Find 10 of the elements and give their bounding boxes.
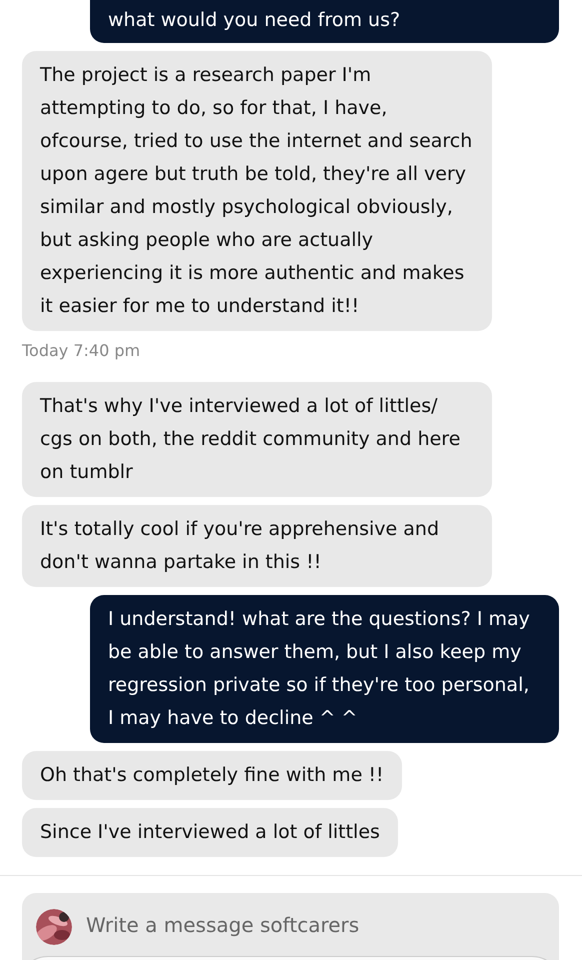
- message-bubble: The project is a research paper I'm attempting to do, so for that, I have, ofcourse, tried to use the internet and search upon agere but truth be told, they're all very similar and mostly psychological obviously, but asking people who are actually experiencing it is more authentic and makes it easier for me to understand it!!: [22, 51, 492, 331]
- message-composer[interactable]: Write a message softcarers: [22, 893, 559, 960]
- timestamp: Today 7:40 pm: [21, 340, 142, 362]
- message-bubble: It's totally cool if you're apprehensive and don't wanna partake in this !!: [22, 505, 492, 587]
- message-bubble: what would you need from us?: [90, 0, 559, 43]
- message-bubble: Oh that's completely fine with me !!: [22, 751, 402, 800]
- message-bubble: I understand! what are the questions? I may be able to answer them, but I also keep my regression private so if they're too personal, I may have to decline ^ ^: [90, 595, 559, 743]
- message-bubble: That's why I've interviewed a lot of littles/ cgs on both, the reddit community and here on tumblr: [22, 382, 492, 497]
- message-field[interactable]: Write a message softcarers: [86, 909, 486, 941]
- message-bubble: Since I've interviewed a lot of littles: [22, 808, 398, 857]
